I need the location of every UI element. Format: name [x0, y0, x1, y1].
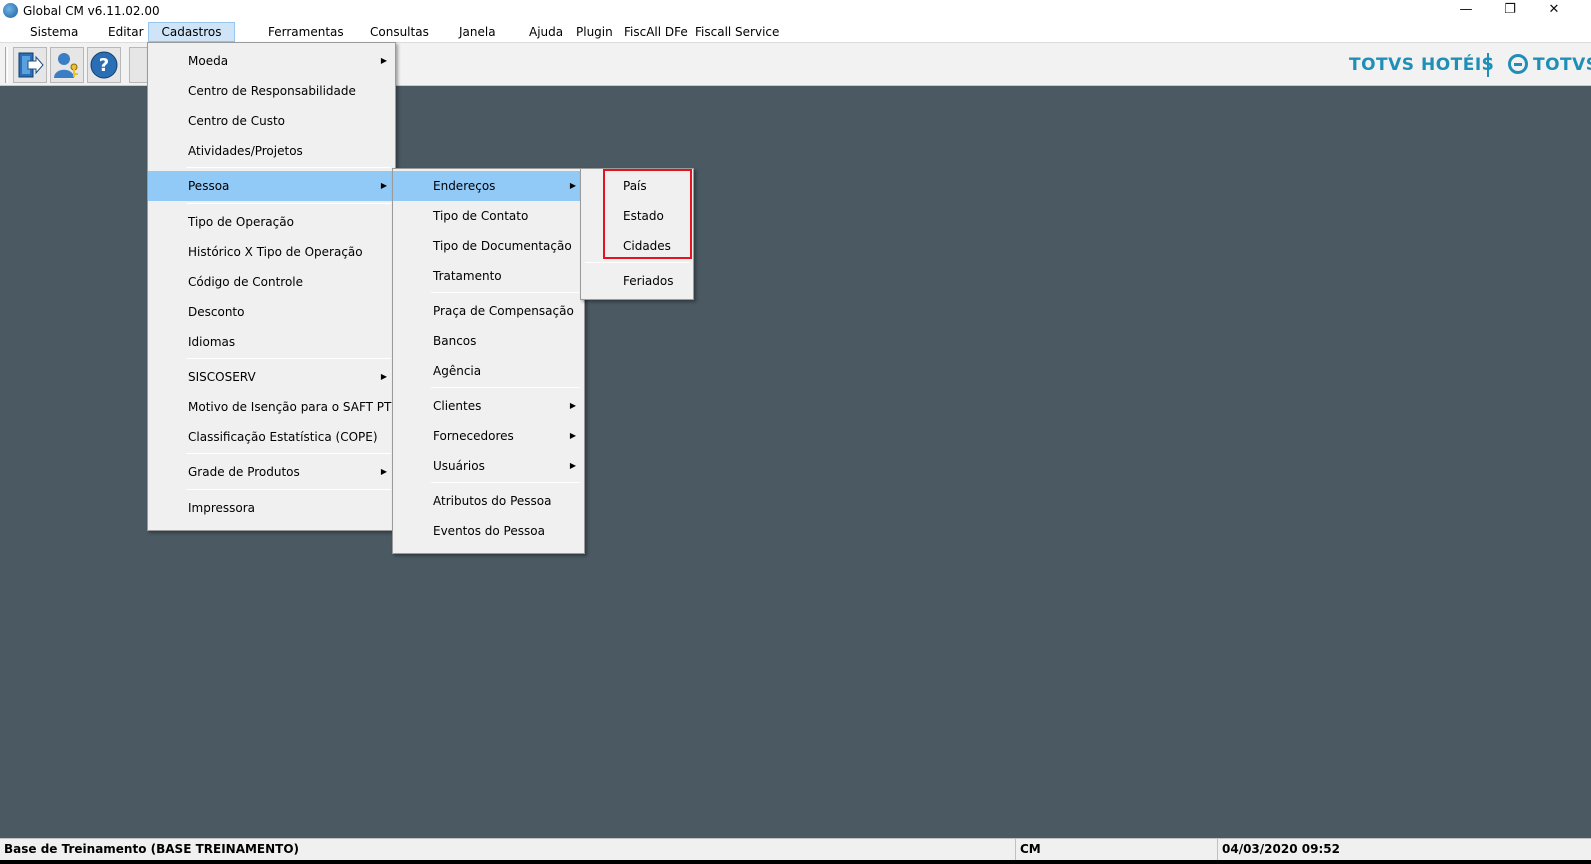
menu-item-clientes[interactable]: Clientes ▶: [393, 391, 584, 421]
menu-item-label: Grade de Produtos: [188, 465, 300, 479]
menu-item-enderecos[interactable]: Endereços ▶: [393, 171, 584, 201]
menu-item-tratamento[interactable]: Tratamento: [393, 261, 584, 291]
menu-item-label: Clientes: [433, 399, 482, 413]
submenu-arrow-icon: ▶: [569, 181, 576, 190]
bottom-border: [0, 860, 1591, 864]
help-icon: ?: [90, 51, 118, 79]
menu-separator: [186, 203, 391, 204]
menu-item-impressora[interactable]: Impressora: [148, 493, 395, 523]
app-globe-icon: [3, 3, 18, 18]
status-module: CM: [1016, 839, 1218, 860]
menu-item-label: Moeda: [188, 54, 229, 68]
menu-item-label: Fornecedores: [433, 429, 514, 443]
menu-item-pessoa[interactable]: Pessoa ▶: [148, 171, 395, 201]
menu-item-label: Usuários: [433, 459, 485, 473]
menu-item-feriados[interactable]: Feriados: [581, 266, 693, 296]
menu-item-fornecedores[interactable]: Fornecedores ▶: [393, 421, 584, 451]
menu-item-atividades-projetos[interactable]: Atividades/Projetos: [148, 136, 395, 166]
menu-item-historico-tipo-operacao[interactable]: Histórico X Tipo de Operação: [148, 237, 395, 267]
toolbar-button-partial[interactable]: [129, 47, 147, 83]
menu-plugin[interactable]: Plugin: [572, 22, 617, 42]
menu-sistema[interactable]: Sistema: [26, 22, 82, 42]
menu-item-atributos-pessoa[interactable]: Atributos do Pessoa: [393, 486, 584, 516]
menu-editar[interactable]: Editar: [104, 22, 148, 42]
toolbar-grip[interactable]: [5, 47, 8, 83]
user-key-icon: [54, 53, 78, 78]
window-title: Global CM v6.11.02.00: [23, 4, 160, 18]
menu-item-label: Pessoa: [188, 179, 230, 193]
brand-divider: [1487, 53, 1489, 77]
submenu-arrow-icon: ▶: [569, 401, 576, 410]
menu-item-usuarios[interactable]: Usuários ▶: [393, 451, 584, 481]
menu-separator: [431, 482, 580, 483]
submenu-arrow-icon: ▶: [569, 431, 576, 440]
menu-item-praca-compensacao[interactable]: Praça de Compensação: [393, 296, 584, 326]
menu-item-classificacao-estatistica[interactable]: Classificação Estatística (COPE): [148, 422, 395, 452]
svg-text:?: ?: [99, 55, 109, 76]
menu-item-centro-custo[interactable]: Centro de Custo: [148, 106, 395, 136]
menu-fiscall-service[interactable]: Fiscall Service: [691, 22, 783, 42]
menu-item-agencia[interactable]: Agência: [393, 356, 584, 386]
menu-separator: [186, 167, 391, 168]
menu-separator: [186, 489, 391, 490]
submenu-arrow-icon: ▶: [380, 372, 387, 381]
submenu-arrow-icon: ▶: [380, 467, 387, 476]
user-key-button[interactable]: [50, 47, 84, 83]
menu-janela[interactable]: Janela: [455, 22, 500, 42]
menu-item-tipo-documentacao[interactable]: Tipo de Documentação: [393, 231, 584, 261]
menu-item-grade-produtos[interactable]: Grade de Produtos ▶: [148, 457, 395, 487]
minimize-button[interactable]: —: [1444, 0, 1488, 22]
menu-separator: [431, 387, 580, 388]
title-bar: Global CM v6.11.02.00 — ❐ ✕: [0, 0, 1591, 22]
pessoa-submenu: Endereços ▶ Tipo de Contato Tipo de Docum…: [392, 168, 585, 554]
totvs-logo: TOTVS: [1533, 55, 1591, 75]
submenu-arrow-icon: ▶: [380, 181, 387, 190]
exit-button[interactable]: [13, 47, 47, 83]
menu-cadastros[interactable]: Cadastros: [148, 22, 235, 42]
menu-ferramentas[interactable]: Ferramentas: [264, 22, 348, 42]
menu-item-motivo-isencao[interactable]: Motivo de Isenção para o SAFT PT: [148, 392, 395, 422]
cadastros-menu: Moeda ▶ Centro de Responsabilidade Centro…: [147, 42, 396, 531]
menu-item-label: Endereços: [433, 179, 496, 193]
status-bar: Base de Treinamento (BASE TREINAMENTO) C…: [0, 838, 1591, 860]
status-database: Base de Treinamento (BASE TREINAMENTO): [0, 839, 1016, 860]
close-button[interactable]: ✕: [1532, 0, 1576, 22]
menu-separator: [585, 262, 689, 263]
help-button[interactable]: ?: [87, 47, 121, 83]
totvs-logo-icon: [1508, 54, 1528, 74]
menu-item-centro-responsabilidade[interactable]: Centro de Responsabilidade: [148, 76, 395, 106]
menu-item-siscoserv[interactable]: SISCOSERV ▶: [148, 362, 395, 392]
maximize-button[interactable]: ❐: [1488, 0, 1532, 22]
exit-icon: [18, 52, 44, 78]
menu-item-idiomas[interactable]: Idiomas: [148, 327, 395, 357]
menu-item-bancos[interactable]: Bancos: [393, 326, 584, 356]
menu-item-desconto[interactable]: Desconto: [148, 297, 395, 327]
submenu-arrow-icon: ▶: [380, 56, 387, 65]
menu-separator: [431, 292, 580, 293]
menu-item-label: SISCOSERV: [188, 370, 256, 384]
status-datetime: 04/03/2020 09:52: [1222, 842, 1340, 856]
annotation-highlight-box: [603, 169, 692, 259]
submenu-arrow-icon: ▶: [569, 461, 576, 470]
menu-item-tipo-operacao[interactable]: Tipo de Operação: [148, 207, 395, 237]
menu-item-codigo-controle[interactable]: Código de Controle: [148, 267, 395, 297]
menu-fiscall-dfe[interactable]: FiscAll DFe: [620, 22, 692, 42]
totvs-hoteis-logo: TOTVS HOTÉIS: [1349, 55, 1495, 75]
menu-separator: [186, 358, 391, 359]
menu-separator: [186, 453, 391, 454]
menu-item-moeda[interactable]: Moeda ▶: [148, 46, 395, 76]
menu-item-eventos-pessoa[interactable]: Eventos do Pessoa: [393, 516, 584, 546]
menu-item-tipo-contato[interactable]: Tipo de Contato: [393, 201, 584, 231]
menu-ajuda[interactable]: Ajuda: [525, 22, 567, 42]
menu-consultas[interactable]: Consultas: [366, 22, 433, 42]
menu-bar: Sistema Editar Cadastros Ferramentas Con…: [0, 22, 1591, 42]
